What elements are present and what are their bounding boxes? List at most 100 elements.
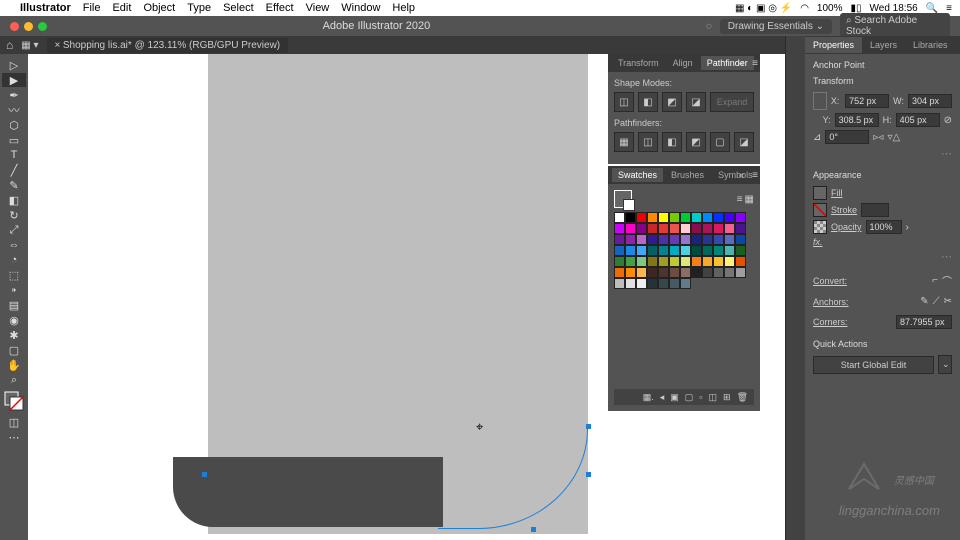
swatch[interactable] — [713, 234, 724, 245]
type-tool[interactable]: T — [2, 148, 26, 162]
swatch[interactable] — [658, 267, 669, 278]
swatch[interactable] — [658, 278, 669, 289]
flip-v-icon[interactable]: ▿△ — [887, 132, 900, 143]
opacity-label[interactable]: Opacity — [831, 222, 862, 232]
swatch[interactable] — [614, 245, 625, 256]
swatch[interactable] — [625, 212, 636, 223]
swatch[interactable] — [702, 234, 713, 245]
convert-smooth-icon[interactable]: ⌒ — [942, 273, 952, 288]
swatch[interactable] — [636, 245, 647, 256]
swatch[interactable] — [713, 256, 724, 267]
tab-properties[interactable]: Properties — [805, 37, 862, 53]
scale-tool[interactable]: ⤢ — [2, 223, 26, 237]
workspace-switcher[interactable]: Drawing Essentials ⌄ — [720, 19, 832, 34]
swatch[interactable] — [735, 245, 746, 256]
swatch[interactable] — [713, 223, 724, 234]
swatch[interactable] — [680, 278, 691, 289]
stroke-label[interactable]: Stroke — [831, 205, 857, 215]
swatch[interactable] — [636, 256, 647, 267]
swatch[interactable] — [625, 256, 636, 267]
link-icon[interactable]: ⊘ — [944, 115, 952, 126]
fill-stroke[interactable] — [2, 388, 26, 414]
swatch[interactable] — [724, 234, 735, 245]
swatch[interactable] — [614, 267, 625, 278]
edit-tools[interactable]: ⋯ — [2, 430, 26, 444]
width-tool[interactable]: ⇔ — [2, 238, 26, 252]
arrange-icon[interactable]: ▦ ▾ — [21, 40, 38, 51]
menu-window[interactable]: Window — [341, 2, 380, 14]
swatch[interactable] — [658, 223, 669, 234]
swatch[interactable] — [625, 245, 636, 256]
tab-layers[interactable]: Layers — [862, 37, 905, 53]
add-anchor-icon[interactable]: ⟋ — [933, 296, 940, 307]
swatch[interactable] — [636, 278, 647, 289]
line-tool[interactable]: ╱ — [2, 163, 26, 177]
minus-back-button[interactable]: ◪ — [734, 132, 754, 152]
document-tab[interactable]: × Shopping lis.ai* @ 123.11% (RGB/GPU Pr… — [47, 38, 289, 53]
swatch[interactable] — [614, 234, 625, 245]
swatch[interactable] — [669, 245, 680, 256]
swatch[interactable] — [669, 256, 680, 267]
swatch[interactable] — [647, 234, 658, 245]
menu-help[interactable]: Help — [392, 2, 415, 14]
swatch[interactable] — [636, 223, 647, 234]
swatch[interactable] — [680, 245, 691, 256]
anchor-point[interactable] — [586, 472, 591, 477]
swatch-libraries-icon[interactable]: ▦. — [643, 392, 654, 403]
swatch[interactable] — [735, 267, 746, 278]
corners-input[interactable] — [896, 315, 952, 329]
selection-tool[interactable]: ▷ — [2, 58, 26, 72]
new-icon[interactable]: ⊞ — [723, 392, 731, 403]
fill-swatch[interactable] — [813, 186, 827, 200]
unite-button[interactable]: ◫ — [614, 92, 634, 112]
shaper-tool[interactable]: ⬡ — [2, 118, 26, 132]
swatch[interactable] — [614, 212, 625, 223]
tab-pathfinder[interactable]: Pathfinder — [701, 56, 754, 70]
swatch[interactable] — [735, 212, 746, 223]
cut-path-icon[interactable]: ✂ — [944, 296, 952, 307]
angle-input[interactable] — [825, 130, 869, 144]
menu-select[interactable]: Select — [223, 2, 254, 14]
bulb-icon[interactable]: ◌ — [706, 21, 712, 32]
menu-icon[interactable]: ≡ — [946, 3, 952, 14]
swatch[interactable] — [614, 256, 625, 267]
merge-button[interactable]: ◧ — [662, 132, 682, 152]
menu-object[interactable]: Object — [143, 2, 175, 14]
swatch[interactable] — [691, 256, 702, 267]
swatch[interactable] — [713, 212, 724, 223]
swatch[interactable] — [680, 234, 691, 245]
flip-h-icon[interactable]: ▹◃ — [873, 132, 883, 143]
swatch[interactable] — [647, 245, 658, 256]
artwork-shape[interactable] — [173, 457, 443, 527]
swatch[interactable] — [636, 212, 647, 223]
anchor-point[interactable] — [202, 472, 207, 477]
fill-label[interactable]: Fill — [831, 188, 843, 198]
panel-menu-icon[interactable]: ≡ — [752, 58, 758, 69]
remove-anchor-icon[interactable]: ✎ — [920, 296, 928, 307]
global-edit-options[interactable]: ⌄ — [938, 355, 952, 374]
blend-tool[interactable]: ◉ — [2, 313, 26, 327]
swatch[interactable] — [702, 223, 713, 234]
menu-effect[interactable]: Effect — [266, 2, 294, 14]
menu-type[interactable]: Type — [187, 2, 211, 14]
rectangle-tool[interactable]: ▭ — [2, 133, 26, 147]
opacity-swatch[interactable] — [813, 220, 827, 234]
curvature-tool[interactable]: 〰 — [2, 103, 26, 117]
grid-view-icon[interactable]: ▦ — [745, 194, 754, 205]
menu-view[interactable]: View — [306, 2, 330, 14]
opacity-input[interactable] — [866, 220, 902, 234]
tab-libraries[interactable]: Libraries — [905, 37, 956, 53]
tab-transform[interactable]: Transform — [612, 56, 665, 70]
swatch[interactable] — [669, 278, 680, 289]
brush-tool[interactable]: ✎ — [2, 178, 26, 192]
swatch[interactable] — [735, 234, 746, 245]
swatch[interactable] — [669, 234, 680, 245]
app-menu[interactable]: Illustrator — [20, 2, 71, 14]
wifi-icon[interactable]: ◠ — [800, 3, 809, 14]
swatch[interactable] — [724, 267, 735, 278]
zoom-tool[interactable]: ⌕ — [2, 373, 26, 387]
anchor-point[interactable] — [531, 527, 536, 532]
swatch[interactable] — [724, 245, 735, 256]
hand-tool[interactable]: ✋ — [2, 358, 26, 372]
swatch[interactable] — [636, 267, 647, 278]
